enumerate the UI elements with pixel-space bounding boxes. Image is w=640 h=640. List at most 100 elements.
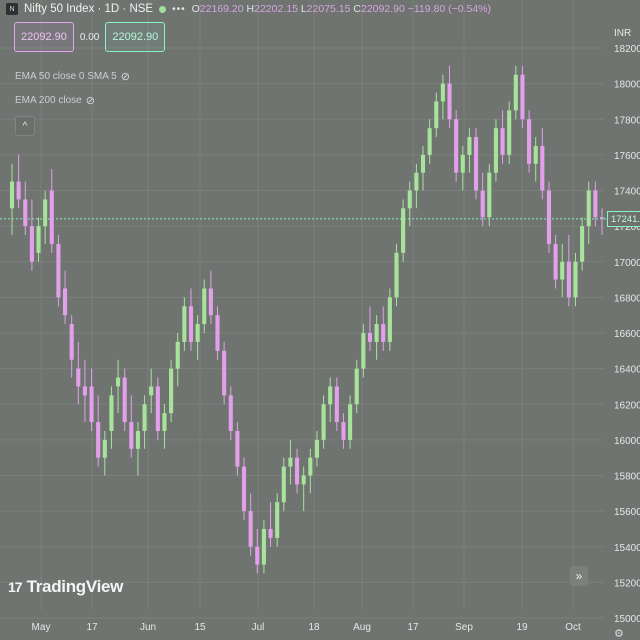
sell-button[interactable]: 22092.90: [14, 22, 74, 52]
candle: [321, 395, 326, 449]
candle-body: [23, 199, 28, 227]
candle-body: [420, 154, 426, 173]
price-tick-label: 17400.00: [614, 187, 640, 198]
price-tick-label: 17000.00: [614, 258, 640, 269]
candle-body: [334, 386, 339, 423]
candle-body: [407, 190, 412, 209]
settings-gear-icon[interactable]: ⚙: [614, 627, 624, 640]
candle-body: [434, 101, 439, 129]
candle: [215, 306, 220, 360]
scroll-to-realtime-button[interactable]: »: [570, 566, 588, 586]
candle-body: [49, 190, 54, 244]
ohlc-values: O22169.20 H22202.15 L22075.15 C22092.90 …: [191, 3, 491, 15]
candle: [348, 395, 353, 449]
price-tick-label: 16000.00: [614, 436, 640, 447]
candle-body: [275, 502, 280, 538]
candle-body: [480, 190, 485, 218]
candle: [414, 163, 419, 209]
candle: [367, 306, 373, 351]
price-tick-label: 15400.00: [614, 543, 640, 554]
candle: [241, 457, 247, 521]
candle-body: [533, 145, 538, 164]
candle: [155, 377, 160, 440]
candle-body: [69, 324, 74, 360]
candle: [328, 377, 333, 423]
candle: [434, 92, 439, 138]
candle: [520, 65, 525, 129]
candle: [381, 306, 386, 351]
price-tick-label: 15200.00: [614, 578, 640, 589]
candle-body: [96, 422, 101, 458]
symbol-title[interactable]: Nifty 50 Index · 1D · NSE: [24, 3, 153, 15]
candle-body: [241, 466, 247, 512]
candle-body: [122, 377, 127, 423]
price-tick-label: 15000.00: [614, 614, 640, 625]
candle-body: [228, 395, 233, 431]
time-tick-label: May: [32, 622, 51, 633]
candle-body: [460, 154, 465, 173]
candle-body: [268, 528, 273, 538]
candle-body: [381, 324, 386, 342]
candle: [23, 181, 28, 236]
candle-body: [401, 208, 406, 253]
candle-body: [82, 386, 87, 396]
candle-body: [527, 119, 532, 164]
candle-body: [215, 315, 220, 351]
candle: [533, 137, 538, 182]
candle-body: [487, 172, 492, 218]
time-tick-label: 17: [86, 622, 98, 633]
candle: [308, 448, 313, 494]
candle-body: [321, 404, 326, 440]
candle: [275, 493, 280, 547]
tradingview-logo[interactable]: 17 TradingView: [8, 577, 123, 597]
candle: [599, 208, 605, 236]
candle: [281, 457, 286, 512]
candle-body: [454, 119, 459, 173]
candle-body: [248, 511, 253, 547]
candle: [354, 359, 359, 414]
candle-body: [348, 404, 353, 440]
candle: [288, 439, 293, 485]
candle-body: [540, 145, 545, 191]
candle: [507, 101, 512, 164]
time-tick-label: 18: [308, 622, 320, 633]
indicator-ema50[interactable]: EMA 50 close 0 SMA 5 ⊘: [15, 70, 130, 83]
collapse-indicators-button[interactable]: ^: [15, 116, 35, 136]
price-tick-label: 15600.00: [614, 507, 640, 518]
indicator-label: EMA 50 close 0 SMA 5: [15, 71, 117, 82]
candle: [487, 163, 492, 227]
trade-panel: 22092.90 0.00 22092.90: [14, 22, 166, 52]
candle: [96, 395, 101, 467]
candle: [49, 169, 54, 253]
candle-body: [56, 243, 61, 298]
candle: [593, 181, 598, 227]
candle-body: [155, 386, 160, 431]
current-price-label: 17241.0: [607, 211, 640, 227]
candle-body: [89, 386, 94, 423]
eye-off-icon[interactable]: ⊘: [86, 94, 95, 107]
candle-body: [546, 190, 552, 244]
candle-body: [222, 350, 227, 396]
eye-off-icon[interactable]: ⊘: [121, 70, 130, 83]
candle: [62, 270, 68, 325]
candle: [546, 181, 552, 253]
candle-body: [308, 457, 313, 476]
candle: [527, 110, 532, 173]
buy-button[interactable]: 22092.90: [105, 22, 166, 52]
candle-body: [493, 128, 498, 173]
candle-body: [142, 404, 147, 431]
candle: [401, 199, 406, 262]
candle-body: [9, 181, 15, 209]
price-axis: 15000.00 15200.00 15400.00 15600.00 15800.00…: [614, 28, 640, 625]
time-tick-label: Sep: [455, 622, 473, 633]
symbol-logo: N: [6, 3, 18, 15]
candlestick-chart[interactable]: 15000.00 15200.00 15400.00 15600.00 15800.00…: [0, 0, 640, 640]
candle-body: [182, 306, 187, 342]
candle-body: [149, 386, 154, 396]
candle: [135, 422, 141, 476]
indicator-ema200[interactable]: EMA 200 close ⊘: [15, 94, 95, 107]
candle: [169, 359, 174, 423]
candle: [314, 430, 319, 467]
price-tick-label: 17600.00: [614, 151, 640, 162]
more-options-icon[interactable]: •••: [172, 4, 186, 15]
